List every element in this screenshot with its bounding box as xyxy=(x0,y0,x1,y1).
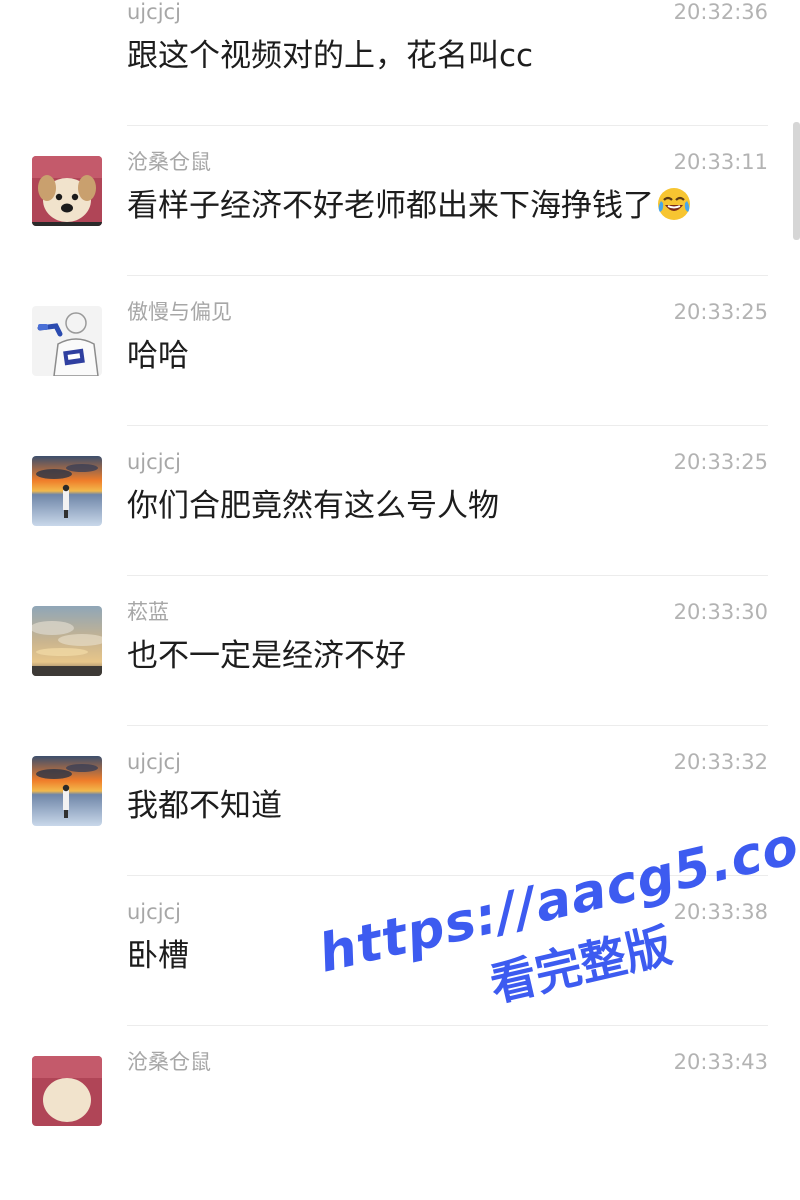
message-text[interactable]: 卧槽 xyxy=(127,934,189,978)
laughing-crying-emoji-icon xyxy=(658,188,690,220)
message-time: 20:33:25 xyxy=(673,450,768,474)
sender-name[interactable]: 沧桑仓鼠 xyxy=(127,1048,211,1076)
chat-message: ujcjcj 20:33:25 你们合肥竟然有这么号人物 xyxy=(0,450,800,600)
sender-name[interactable]: ujcjcj xyxy=(127,0,181,26)
message-divider xyxy=(127,725,768,726)
scrollbar[interactable] xyxy=(793,122,800,240)
chat-message: ujcjcj 20:33:32 我都不知道 xyxy=(0,750,800,900)
message-divider xyxy=(127,275,768,276)
message-text[interactable]: 哈哈 xyxy=(127,334,189,378)
dog-avatar[interactable] xyxy=(32,156,102,226)
message-text-line[interactable]: 看样子经济不好老师都出来下海挣钱了 xyxy=(127,184,692,228)
message-time: 20:32:36 xyxy=(673,0,768,24)
sunset-avatar[interactable] xyxy=(32,456,102,526)
message-time: 20:33:38 xyxy=(673,900,768,924)
message-divider xyxy=(127,125,768,126)
message-divider xyxy=(127,875,768,876)
dog-avatar[interactable] xyxy=(32,1056,102,1126)
chat-message: ujcjcj 20:32:36 跟这个视频对的上，花名叫cc xyxy=(0,0,800,150)
chat-message: ujcjcj 20:33:38 卧槽 xyxy=(0,900,800,1050)
cloud-sky-avatar[interactable] xyxy=(32,606,102,676)
message-time: 20:33:11 xyxy=(673,150,768,174)
sender-name[interactable]: 菘蓝 xyxy=(127,598,169,626)
sender-name[interactable]: ujcjcj xyxy=(127,898,181,926)
message-time: 20:33:43 xyxy=(673,1050,768,1074)
message-time: 20:33:25 xyxy=(673,300,768,324)
message-time: 20:33:32 xyxy=(673,750,768,774)
chat-message: 沧桑仓鼠 20:33:11 看样子经济不好老师都出来下海挣钱了 xyxy=(0,150,800,300)
message-time: 20:33:30 xyxy=(673,600,768,624)
message-text[interactable]: 也不一定是经济不好 xyxy=(127,634,406,678)
chat-message: 菘蓝 20:33:30 也不一定是经济不好 xyxy=(0,600,800,750)
sender-name[interactable]: 沧桑仓鼠 xyxy=(127,148,211,176)
message-text: 看样子经济不好老师都出来下海挣钱了 xyxy=(127,188,654,224)
sender-name[interactable]: 傲慢与偏见 xyxy=(127,298,232,326)
message-text[interactable]: 跟这个视频对的上，花名叫cc xyxy=(127,34,533,78)
message-text[interactable]: 你们合肥竟然有这么号人物 xyxy=(127,484,499,528)
message-divider xyxy=(127,1025,768,1026)
chat-message: 傲慢与偏见 20:33:25 哈哈 xyxy=(0,300,800,450)
message-divider xyxy=(127,575,768,576)
sender-name[interactable]: ujcjcj xyxy=(127,448,181,476)
sunset-avatar[interactable] xyxy=(32,756,102,826)
sketch-avatar[interactable] xyxy=(32,306,102,376)
chat-message: 沧桑仓鼠 20:33:43 xyxy=(0,1050,800,1200)
message-divider xyxy=(127,425,768,426)
message-text[interactable]: 我都不知道 xyxy=(127,784,282,828)
chat-message-list[interactable]: ujcjcj 20:32:36 跟这个视频对的上，花名叫cc 沧桑仓鼠 20:3… xyxy=(0,0,800,1126)
sender-name[interactable]: ujcjcj xyxy=(127,748,181,776)
